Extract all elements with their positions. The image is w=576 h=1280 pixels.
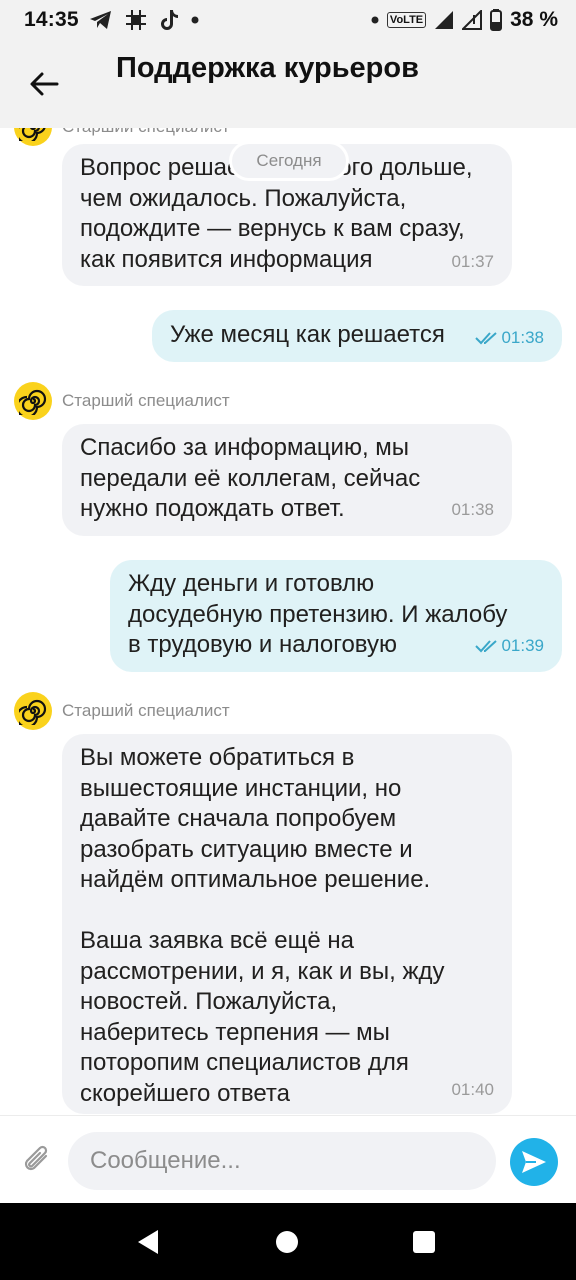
attach-button[interactable]: [22, 1144, 54, 1183]
send-button[interactable]: [510, 1138, 558, 1186]
message-sender: Старший специалист: [14, 692, 230, 730]
battery-icon: [490, 9, 503, 31]
message-time: 01:37: [451, 252, 494, 271]
nav-home-icon[interactable]: [276, 1231, 298, 1253]
battery-percent: 38 %: [510, 8, 558, 31]
message-sender: Старший специалист: [14, 382, 230, 420]
avatar: [14, 382, 52, 420]
sender-name: Старший специалист: [62, 391, 230, 410]
nav-back-icon: [138, 1230, 158, 1254]
status-time: 14:35: [24, 8, 79, 31]
outgoing-message[interactable]: Жду деньги и готовлю досудебную претензи…: [110, 560, 562, 672]
chat-header: Поддержка курьеров: [0, 40, 576, 128]
status-notification-icons: [89, 9, 199, 31]
message-text: Спасибо за информацию, мы передали её ко…: [80, 434, 421, 522]
grid-icon: [125, 9, 147, 31]
chat-messages[interactable]: Старший специалист Вопрос решается немно…: [0, 128, 576, 1115]
spiral-icon: [19, 389, 47, 415]
outgoing-message[interactable]: Уже месяц как решается 01:38: [152, 310, 562, 362]
back-button[interactable]: [24, 64, 64, 104]
telegram-icon: [89, 10, 113, 30]
screen: 14:35 VoLTE 38 % Поддержка курьеров Вопр…: [0, 0, 576, 1280]
nav-recents-icon[interactable]: [413, 1231, 435, 1253]
double-check-icon: [475, 332, 498, 345]
signal-icon: [462, 10, 483, 30]
date-separator: Сегодня: [232, 144, 346, 178]
avatar: [14, 692, 52, 730]
message-time: 01:39: [475, 636, 544, 656]
incoming-message[interactable]: Вы можете обратиться в вышестоящие инста…: [62, 734, 512, 1114]
message-time: 01:40: [451, 1080, 494, 1099]
paperclip-icon: [24, 1145, 48, 1171]
system-navigation-bar: [0, 1203, 576, 1280]
status-system-icons: VoLTE 38 %: [371, 8, 558, 32]
status-bar: 14:35 VoLTE 38 %: [0, 0, 576, 40]
sender-name: Старший специалист: [62, 701, 230, 720]
send-icon: [522, 1151, 546, 1173]
back-arrow-icon: [30, 72, 59, 96]
message-time: 01:38: [451, 500, 494, 519]
dot-icon: [191, 16, 199, 24]
message-text: Вы можете обратиться в вышестоящие инста…: [80, 744, 445, 1107]
spiral-icon: [19, 128, 46, 141]
avatar: [14, 128, 52, 146]
double-check-icon: [475, 640, 498, 653]
message-time-value: 01:39: [501, 636, 544, 655]
tiktok-icon: [159, 9, 179, 31]
message-text: Уже месяц как решается: [170, 321, 445, 348]
incoming-message[interactable]: Спасибо за информацию, мы передали её ко…: [62, 424, 512, 536]
message-time: 01:38: [475, 328, 544, 348]
dot-icon: [371, 16, 379, 24]
spiral-icon: [19, 699, 47, 725]
sender-name: Старший специалист: [62, 128, 230, 137]
message-composer: [0, 1115, 576, 1203]
message-text: Жду деньги и готовлю досудебную претензи…: [128, 570, 508, 658]
signal-icon: [434, 10, 454, 30]
message-input[interactable]: [68, 1132, 496, 1190]
volte-badge: VoLTE: [386, 12, 427, 28]
page-title: Поддержка курьеров: [116, 52, 419, 84]
nav-back-button[interactable]: [136, 1229, 160, 1260]
message-time-value: 01:38: [501, 328, 544, 347]
